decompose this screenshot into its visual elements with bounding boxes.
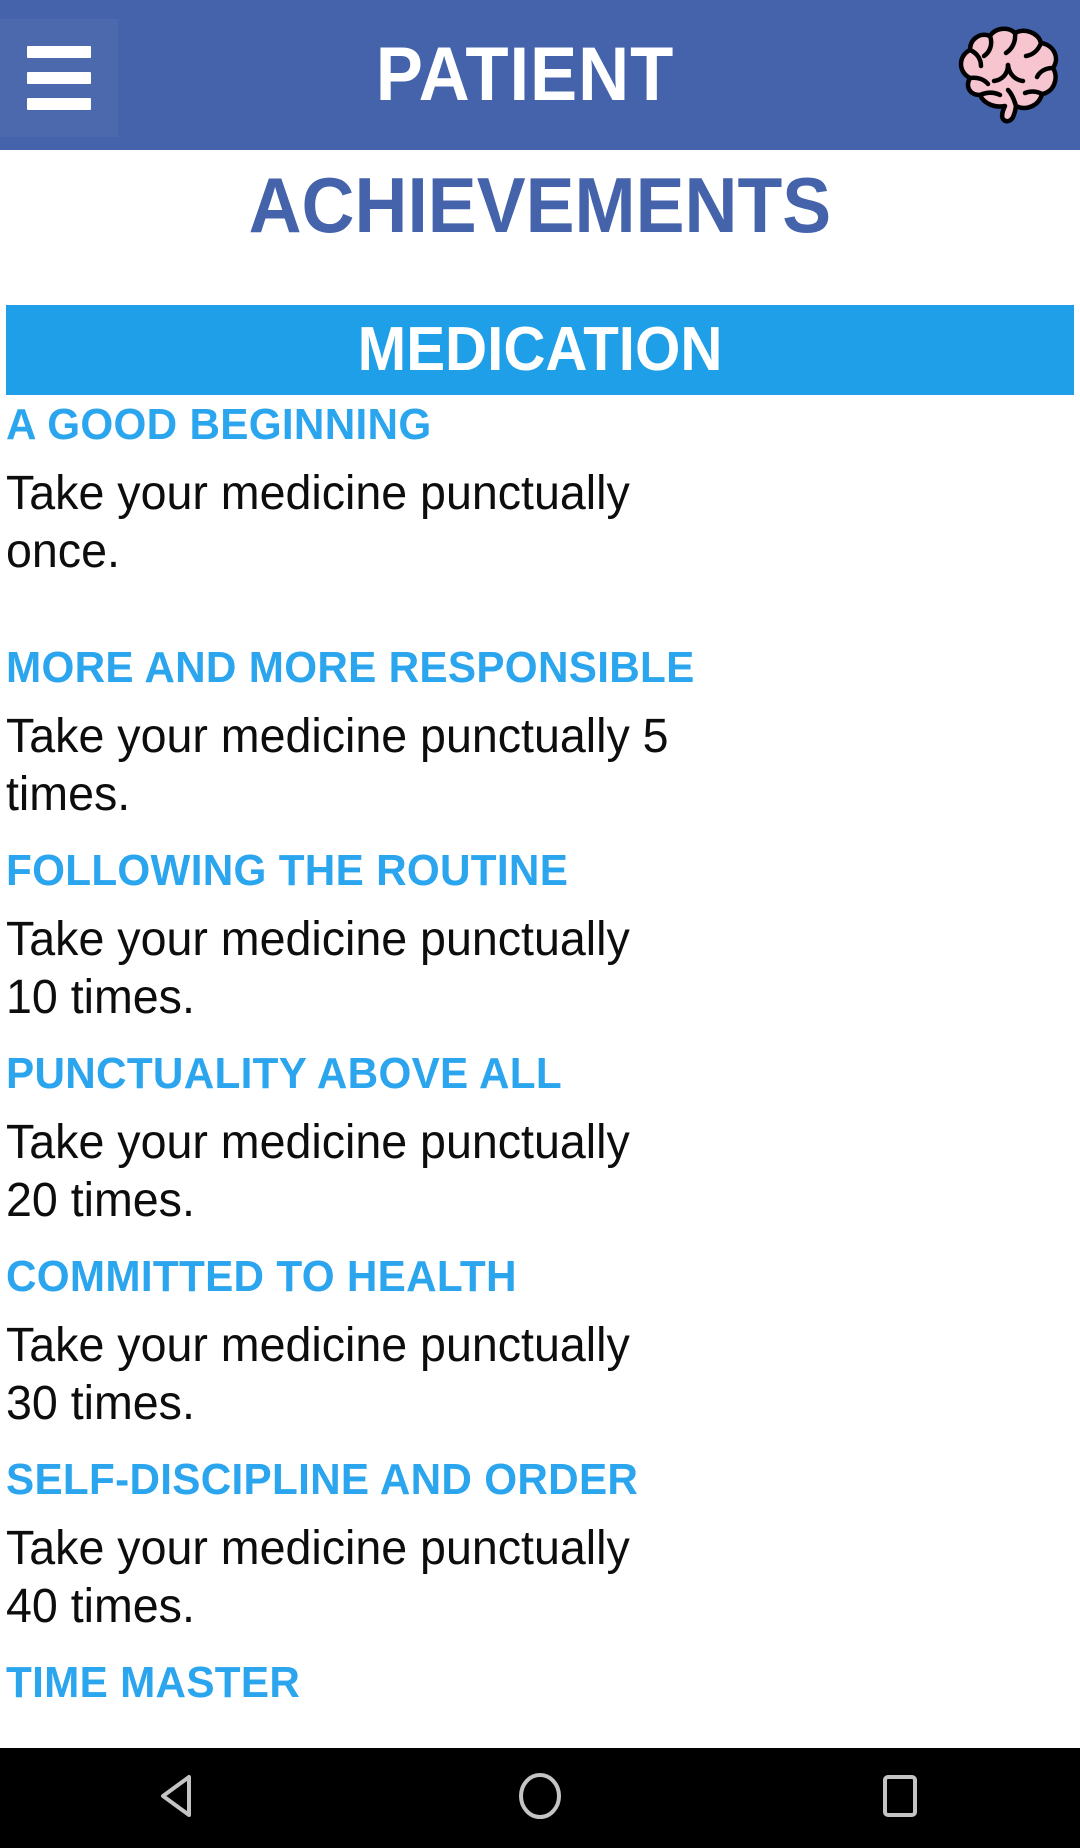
achievement-description: Take your medicine punctually 40 times. [6, 1521, 630, 1634]
achievement-description: Take your medicine punctually once. [6, 466, 630, 579]
achievement-description: Take your medicine punctually 30 times. [6, 1318, 630, 1431]
home-circle-icon [512, 1768, 568, 1829]
hamburger-menu-icon-bar-1 [27, 46, 91, 58]
achievement-title: PUNCTUALITY ABOVE ALL [6, 1049, 562, 1098]
achievement-item[interactable]: PUNCTUALITY ABOVE ALL Take your medicine… [0, 1048, 1080, 1231]
achievement-description: Take your medicine punctually 5 times. [6, 709, 669, 822]
back-triangle-icon [152, 1768, 208, 1829]
achievement-item[interactable]: MORE AND MORE RESPONSIBLE Take your medi… [0, 642, 1080, 825]
app-bar-title: PATIENT [375, 32, 675, 117]
hamburger-menu-icon-bar-2 [27, 72, 91, 84]
achievement-item[interactable]: A GOOD BEGINNING Take your medicine punc… [0, 399, 1080, 582]
app-bar: PATIENT [0, 0, 1080, 150]
achievement-description: Take your medicine punctually 20 times. [6, 1115, 630, 1228]
page-title-label: ACHIEVEMENTS [248, 161, 832, 249]
achievement-item[interactable]: TIME MASTER [0, 1657, 1080, 1709]
system-navigation-bar [0, 1748, 1080, 1848]
achievement-list[interactable]: A GOOD BEGINNING Take your medicine punc… [0, 395, 1080, 1748]
home-button[interactable] [440, 1748, 640, 1848]
achievement-title: TIME MASTER [6, 1658, 301, 1707]
achievement-item[interactable]: SELF-DISCIPLINE AND ORDER Take your medi… [0, 1454, 1080, 1637]
recents-button[interactable] [800, 1748, 1000, 1848]
back-button[interactable] [80, 1748, 280, 1848]
achievement-description: Take your medicine punctually 10 times. [6, 912, 630, 1025]
achievement-title: MORE AND MORE RESPONSIBLE [6, 643, 695, 692]
achievement-title: COMMITTED TO HEALTH [6, 1252, 517, 1301]
hamburger-menu-button[interactable] [0, 19, 118, 137]
category-banner-medication: MEDICATION [6, 305, 1074, 395]
page-title: ACHIEVEMENTS [0, 150, 1080, 260]
recents-square-icon [872, 1768, 928, 1829]
achievement-item[interactable]: COMMITTED TO HEALTH Take your medicine p… [0, 1251, 1080, 1434]
achievement-title: A GOOD BEGINNING [6, 400, 432, 449]
achievement-title: FOLLOWING THE ROUTINE [6, 846, 569, 895]
brain-icon [946, 20, 1066, 130]
achievement-item[interactable]: FOLLOWING THE ROUTINE Take your medicine… [0, 845, 1080, 1028]
hamburger-menu-icon-bar-3 [27, 98, 91, 110]
category-banner-label: MEDICATION [357, 315, 723, 384]
achievement-title: SELF-DISCIPLINE AND ORDER [6, 1455, 639, 1504]
